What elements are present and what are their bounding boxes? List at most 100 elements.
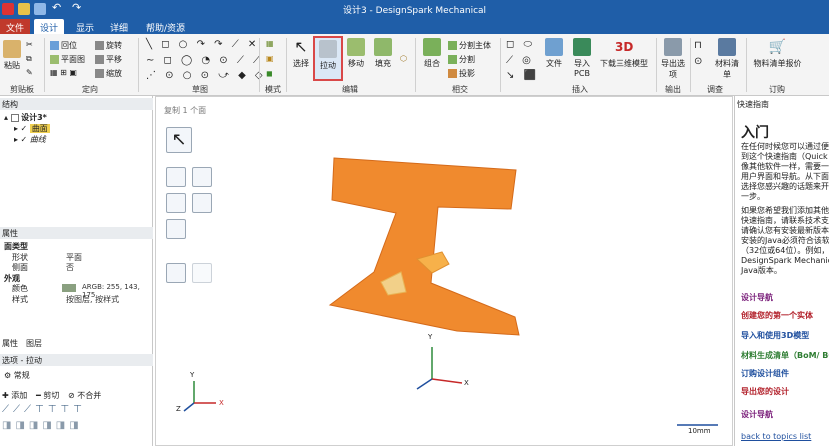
quick-guide-title: 入门 <box>741 125 769 141</box>
pull-button[interactable]: 拉动 <box>313 36 343 81</box>
prop-shape-row: 形状 平面 <box>12 253 82 262</box>
group-sketch-label: 草图 <box>192 85 208 94</box>
link-design-nav[interactable]: 设计导航 <box>741 292 773 303</box>
sketch-mode-icon[interactable]: ▦ <box>266 39 274 48</box>
group-orient-label: 定向 <box>82 85 98 94</box>
ribbon-tabs: 文件 设计 显示 详细 帮助/资源 <box>0 18 829 34</box>
grid-icon[interactable]: ▦ ⊞ ▣ <box>50 68 77 77</box>
tab-properties[interactable]: 属性 <box>2 338 18 349</box>
home-button[interactable]: 回位 <box>50 40 77 51</box>
quick-guide-para1: 在任何时候您可以通过便 到这个快速指南（Quick 像其他软件一样，需要一 用户界面和… <box>741 142 829 201</box>
group-clipboard-label: 剪贴板 <box>10 85 34 94</box>
axis-x-label: X <box>464 379 469 387</box>
prop-side-row[interactable]: 侧面否 <box>0 262 153 272</box>
measure-icon[interactable]: ⊓ <box>694 40 702 51</box>
insert-tools-row3[interactable]: ↘ ⬛ <box>506 70 539 81</box>
sketch-tools-row1[interactable]: ╲ ◻ ○ ↷ ↷ ⟋ ✕ <box>146 39 259 50</box>
link-first-solid[interactable]: 创建您的第一个实体 <box>741 310 813 321</box>
tab-detail[interactable]: 详细 <box>104 19 134 34</box>
sketch-tools-row3[interactable]: ⋰ ⊙ ○ ⊙ ⤻ ◆ ◇ <box>146 70 266 81</box>
download-3d-button[interactable]: 3D 下载三维模型 <box>598 38 650 69</box>
ribbon: 粘贴 ✂ ⧉ ✎ 剪贴板 回位 平面图 ▦ ⊞ ▣ 旋转 平移 缩放 定向 ╲ … <box>0 34 829 96</box>
combine-icon <box>423 38 441 56</box>
quick-guide-panel: 快速指南 入门 在任何时候您可以通过便 到这个快速指南（Quick 像其他软件一样，… <box>734 96 829 446</box>
sketch-tools-row2[interactable]: ∼ ◻ ◯ ◔ ⊙ ⟋ ⟋ <box>146 55 263 66</box>
tab-layers[interactable]: 图层 <box>26 338 42 349</box>
link-bom[interactable]: 材料生成清单（BoM/ BO <box>741 350 829 361</box>
color-swatch <box>62 284 76 292</box>
home-icon <box>50 41 59 50</box>
group-insert-label: 插入 <box>572 85 588 94</box>
triad-x-label: X <box>219 399 224 407</box>
group-edit-label: 编辑 <box>342 85 358 94</box>
triad-z-label: Z <box>176 405 181 413</box>
tab-display[interactable]: 显示 <box>70 19 100 34</box>
check-icon[interactable]: ⊙ <box>694 56 702 67</box>
pull-options-row1[interactable]: ⟋⟋⟋⊤⊤⊤⊤ <box>2 404 86 415</box>
cut-icon[interactable]: ✂ <box>26 40 33 49</box>
bom-icon <box>718 38 736 56</box>
project-button[interactable]: 投影 <box>448 68 475 79</box>
axis-y-label: Y <box>428 333 433 341</box>
group-output-label: 输出 <box>665 85 681 94</box>
fill-icon <box>374 38 392 56</box>
bom-button[interactable]: 材料清单 <box>712 38 742 80</box>
tree-root[interactable]: ▴ 设计3* <box>4 112 47 123</box>
cart-icon: 🛒 <box>768 39 787 55</box>
tree-item-surface[interactable]: ▸ ✓ 曲面 <box>14 123 50 134</box>
insert-file-button[interactable]: 文件 <box>542 38 566 69</box>
pull-icon <box>319 40 337 58</box>
select-button[interactable]: ↖ 选择 <box>290 38 312 69</box>
copy-icon[interactable]: ⧉ <box>26 54 32 64</box>
link-order[interactable]: 订购设计组件 <box>741 368 789 379</box>
tab-help[interactable]: 帮助/资源 <box>140 19 191 34</box>
zoom-button[interactable]: 缩放 <box>95 68 122 79</box>
import-pcb-button[interactable]: 导入PCB <box>570 38 594 78</box>
move-button[interactable]: 移动 <box>345 38 367 69</box>
file-menu[interactable]: 文件 <box>0 19 31 34</box>
add-option[interactable]: ✚ 添加 <box>2 390 27 401</box>
cut-option[interactable]: ━ 剪切 <box>36 390 59 401</box>
split-button[interactable]: 分割 <box>448 54 475 65</box>
left-panel: 结构 ▴ 设计3* ▸ ✓ 曲面 ▸ ✓ 曲线 属性 面类型 形状 平面 侧面否 … <box>0 96 153 446</box>
prop-color-row[interactable]: 颜色 ARGB: 255, 143, 175 <box>0 283 153 299</box>
export-icon <box>664 38 682 56</box>
options-header: 选项 - 拉动 <box>0 354 153 366</box>
plan-view-button[interactable]: 平面图 <box>50 54 85 65</box>
insert-tools-row1[interactable]: ◻ ⬭ <box>506 39 535 50</box>
move-icon <box>347 38 365 56</box>
combine-button[interactable]: 组合 <box>420 38 444 69</box>
export-options-button[interactable]: 导出选项 <box>660 38 686 80</box>
no-merge-option[interactable]: ⊘ 不合并 <box>68 390 101 401</box>
general-section[interactable]: ⚙ 常规 <box>4 370 30 381</box>
split-body-icon <box>448 41 457 50</box>
insert-tools-row2[interactable]: ⟋ ◎ <box>506 55 534 66</box>
tree-item-curve[interactable]: ▸ ✓ 曲线 <box>14 134 46 145</box>
file-icon <box>545 38 563 56</box>
3d-icon: 3D <box>615 40 634 54</box>
link-import-3d[interactable]: 导入和使用3D模型 <box>741 330 809 341</box>
tab-design[interactable]: 设计 <box>34 19 65 34</box>
section-mode-icon[interactable]: ▣ <box>266 54 274 63</box>
paste-button[interactable]: 粘贴 <box>3 40 21 71</box>
link-design-nav-2[interactable]: 设计导航 <box>741 409 773 420</box>
rotate-button[interactable]: 旋转 <box>95 40 122 51</box>
split-body-button[interactable]: 分割主体 <box>448 40 491 51</box>
link-back-topics[interactable]: back to topics list <box>741 432 811 441</box>
format-icon[interactable]: ✎ <box>26 68 33 77</box>
prop-style-row[interactable]: 样式 按图层, 按样式 <box>0 294 153 304</box>
bom-quote-button[interactable]: 🛒 物料清单报价 <box>750 38 805 69</box>
3d-mode-icon[interactable]: ◼ <box>266 69 273 78</box>
fill-button[interactable]: 填充 <box>371 38 395 69</box>
cursor-icon: ↖ <box>294 37 308 56</box>
group-intersect-label: 相交 <box>452 85 468 94</box>
project-icon <box>448 69 457 78</box>
prop-appearance: 外观 <box>4 274 20 283</box>
link-export[interactable]: 导出您的设计 <box>741 386 789 397</box>
pan-button[interactable]: 平移 <box>95 54 122 65</box>
triad-z <box>183 402 195 412</box>
pull-options-row2[interactable]: ◨◨◨◨◨◨ <box>2 420 83 431</box>
design-canvas[interactable]: 复制 1 个面 ↖ Y X Y X Z 10mm <box>155 96 733 446</box>
edit-extra-icon[interactable]: ⬡ <box>400 54 407 63</box>
prop-face-type: 面类型 <box>4 242 28 251</box>
